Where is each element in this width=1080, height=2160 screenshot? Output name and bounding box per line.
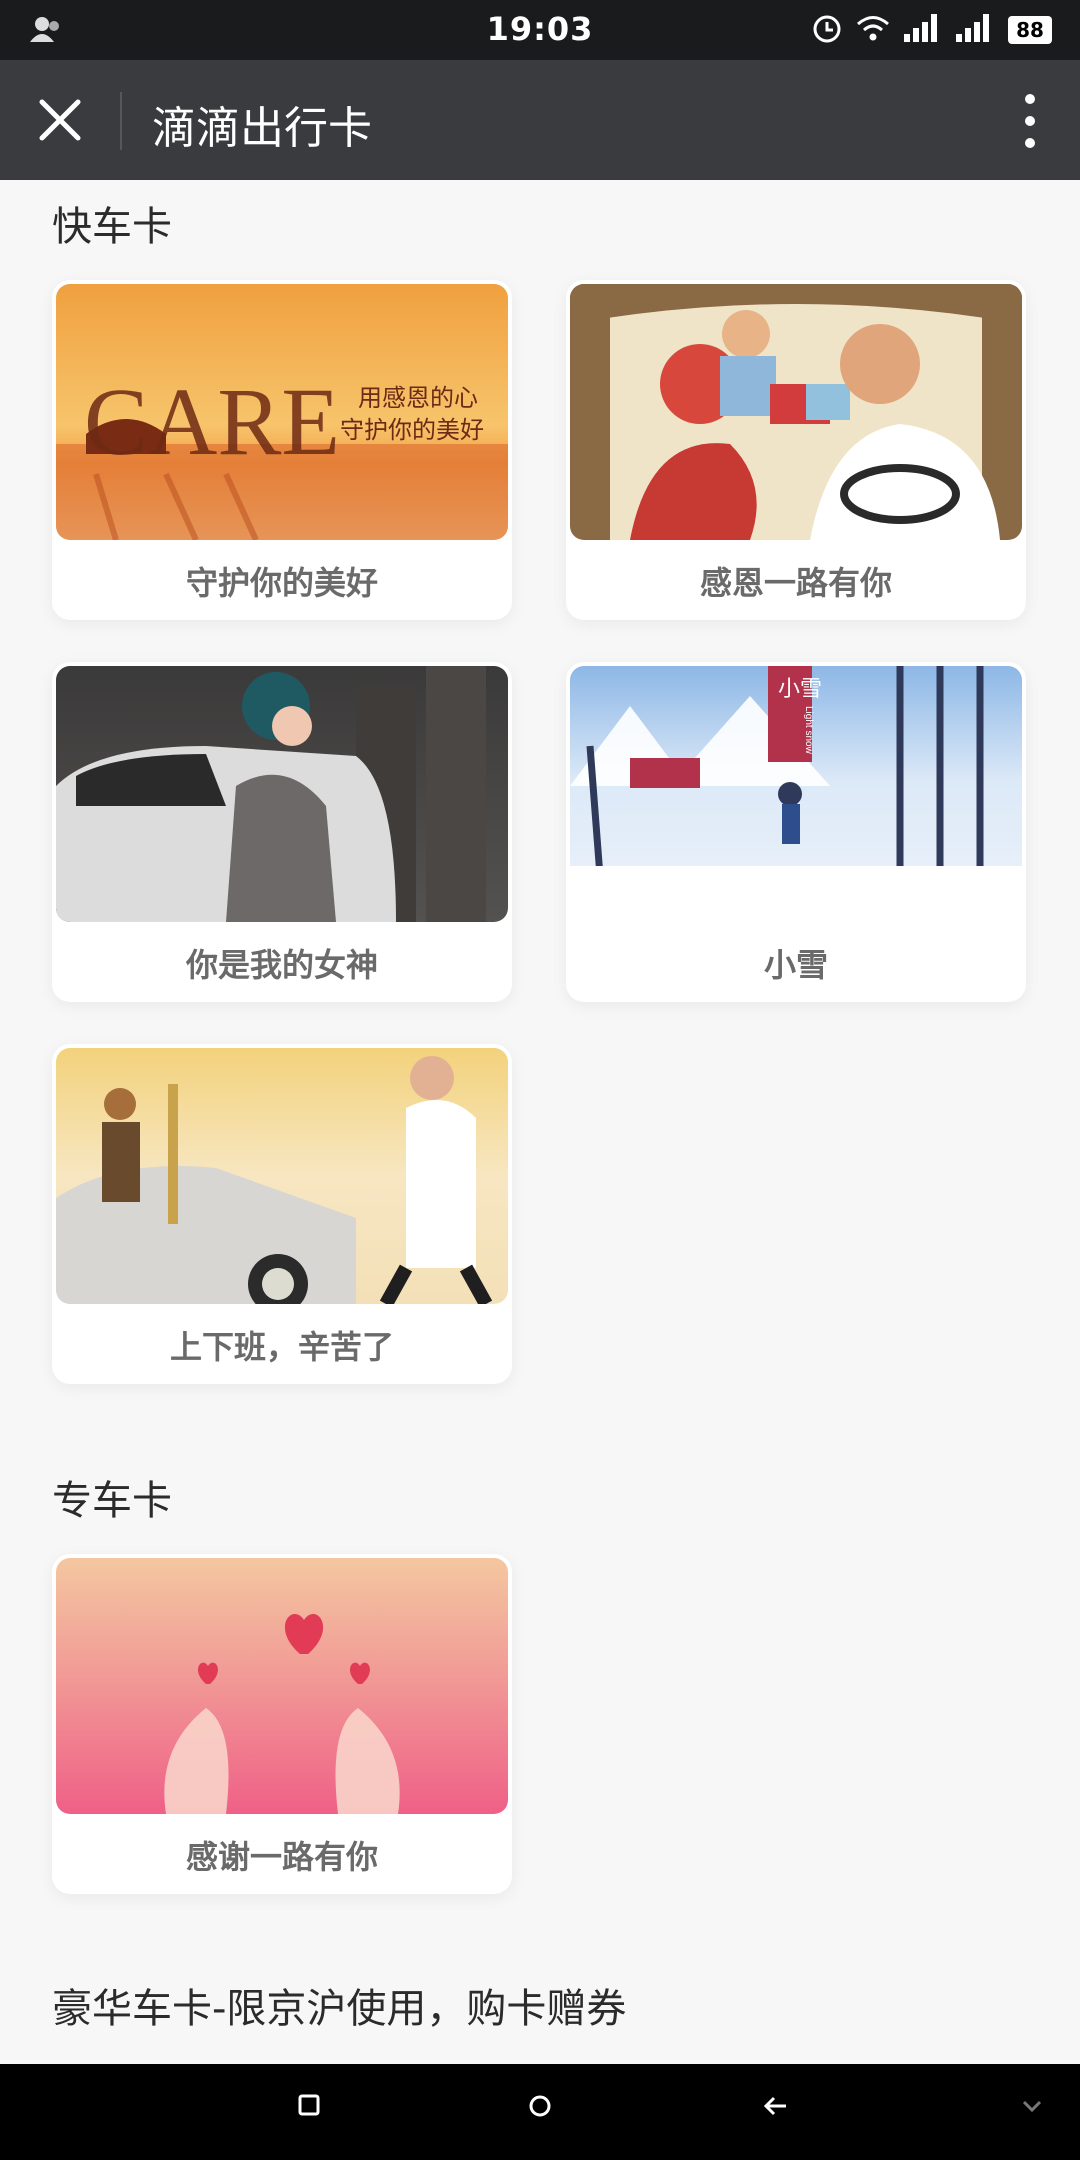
card-label: 感谢一路有你 — [185, 1838, 378, 1876]
card-commute[interactable]: 上下班，辛苦了 — [52, 1044, 512, 1384]
card-image — [56, 666, 508, 922]
svg-text:小雪: 小雪 — [778, 676, 822, 701]
back-icon[interactable] — [762, 2092, 790, 2124]
header-divider — [120, 92, 122, 150]
card-thanks[interactable]: 感谢一路有你 — [52, 1554, 512, 1894]
card-goddess[interactable]: 你是我的女神 — [52, 662, 512, 1002]
svg-text:Light snow: Light snow — [803, 706, 814, 755]
card-image: CARE 用感恩的心 守护你的美好 — [56, 284, 508, 540]
home-icon[interactable] — [526, 2092, 554, 2124]
card-care[interactable]: CARE 用感恩的心 守护你的美好 守护你的美好 — [52, 280, 512, 620]
card-label: 上下班，辛苦了 — [169, 1328, 394, 1366]
signal-icon — [956, 14, 994, 46]
card-image — [570, 284, 1022, 540]
card-gratitude[interactable]: 感恩一路有你 — [566, 280, 1026, 620]
card-label: 感恩一路有你 — [699, 564, 892, 602]
section-title-luxury: 豪华车卡-限京沪使用，购卡赠券 — [52, 1986, 627, 2032]
card-image — [56, 1048, 508, 1304]
section-title-express: 快车卡 — [52, 204, 172, 250]
card-image: 小雪 Light snow — [570, 666, 1022, 922]
card-label: 你是我的女神 — [185, 946, 378, 984]
card-snow[interactable]: 小雪 Light snow 小雪 — [566, 662, 1026, 1002]
card-image — [56, 1558, 508, 1814]
svg-text:用感恩的心: 用感恩的心 — [358, 385, 478, 412]
section-title-premier: 专车卡 — [52, 1478, 172, 1524]
collapse-icon[interactable] — [1018, 2092, 1046, 2124]
app-header: 滴滴出行卡 — [0, 60, 1080, 180]
close-icon[interactable] — [36, 96, 84, 144]
card-label: 小雪 — [763, 946, 828, 984]
svg-text:CARE: CARE — [84, 368, 340, 475]
signal-icon — [904, 14, 942, 46]
recent-apps-icon[interactable] — [296, 2092, 324, 2124]
alarm-icon — [812, 12, 842, 48]
battery-icon: 88 — [1008, 16, 1052, 44]
wifi-icon — [856, 14, 890, 46]
page-title: 滴滴出行卡 — [152, 103, 372, 154]
card-label: 守护你的美好 — [185, 564, 378, 602]
system-nav-bar — [0, 2064, 1080, 2160]
status-bar: 19:03 88 — [0, 0, 1080, 60]
more-vert-icon[interactable] — [1024, 94, 1036, 148]
svg-text:守护你的美好: 守护你的美好 — [340, 417, 484, 444]
